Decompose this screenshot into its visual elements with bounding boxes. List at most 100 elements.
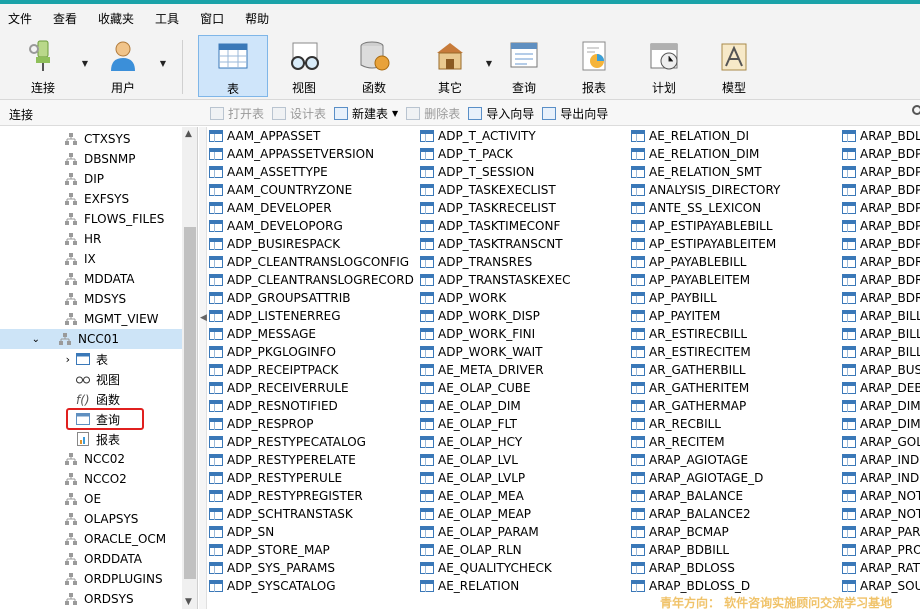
tree-item-schema[interactable]: ORACLE_OCM (0, 529, 182, 549)
tree-item-child[interactable]: 报表 (0, 429, 182, 449)
collapse-left-icon[interactable]: ◀ (200, 313, 207, 323)
table-list-item[interactable]: ARAP_BDP (842, 163, 920, 181)
table-list-item[interactable]: ADP_T_ACTIVITY (420, 127, 571, 145)
table-list-item[interactable]: ADP_RECEIPTPACK (209, 361, 414, 379)
table-list-item[interactable]: ADP_SCHTRANSTASK (209, 505, 414, 523)
table-list-item[interactable]: ARAP_BDLOSS (631, 559, 780, 577)
scroll-up-icon[interactable]: ▲ (185, 129, 192, 139)
table-list-item[interactable]: ARAP_RAT (842, 559, 920, 577)
menu-item[interactable]: 帮助 (237, 10, 282, 27)
table-list-item[interactable]: AE_OLAP_LVLP (420, 469, 571, 487)
chevron-right-icon[interactable]: › (0, 353, 76, 366)
user-button[interactable]: 用户 ▼ (96, 35, 166, 97)
table-list-item[interactable]: ADP_SN (209, 523, 414, 541)
table-list-item[interactable]: ARAP_BDP (842, 145, 920, 163)
other-button[interactable]: 其它 ▼ (424, 35, 492, 97)
table-list-item[interactable]: AR_ESTIRECITEM (631, 343, 780, 361)
table-button[interactable]: 表 (198, 35, 268, 97)
export-wizard-button[interactable]: 导出向导 (542, 105, 608, 122)
table-list-item[interactable]: AE_RELATION (420, 577, 571, 595)
tree-item-schema[interactable]: OE (0, 489, 182, 509)
tree-item-schema[interactable]: IX (0, 249, 182, 269)
table-list-item[interactable]: ADP_TRANSRES (420, 253, 571, 271)
tree-item-schema[interactable]: FLOWS_FILES (0, 209, 182, 229)
table-list-item[interactable]: ADP_T_SESSION (420, 163, 571, 181)
table-list-item[interactable]: ARAP_NOT (842, 487, 920, 505)
table-list-item[interactable]: ARAP_BILL (842, 343, 920, 361)
chevron-down-icon[interactable]: ▼ (160, 59, 166, 68)
tree-item-child[interactable]: › 表 (0, 349, 182, 369)
table-list-item[interactable]: AP_PAYABLEBILL (631, 253, 780, 271)
table-list-item[interactable]: AR_GATHERITEM (631, 379, 780, 397)
table-list-item[interactable]: ARAP_BALANCE (631, 487, 780, 505)
tree-item-schema[interactable]: MGMT_VIEW (0, 309, 182, 329)
delete-table-button[interactable]: 删除表 (406, 105, 460, 122)
function-button[interactable]: 函数 (348, 35, 400, 97)
tree-item-schema[interactable]: HR (0, 229, 182, 249)
tree-item-schema[interactable]: OLAPSYS (0, 509, 182, 529)
table-list-item[interactable]: ARAP_BDR (842, 271, 920, 289)
table-list-item[interactable]: ARAP_BILL (842, 307, 920, 325)
table-list-item[interactable]: AR_GATHERMAP (631, 397, 780, 415)
tree-item-schema[interactable]: DBSNMP (0, 149, 182, 169)
table-list-item[interactable]: ADP_GROUPSATTRIB (209, 289, 414, 307)
table-list-item[interactable]: AE_META_DRIVER (420, 361, 571, 379)
chevron-down-icon[interactable]: ▼ (486, 59, 492, 68)
table-list-item[interactable]: ADP_RESTYPECATALOG (209, 433, 414, 451)
table-list-item[interactable]: ARAP_DIM (842, 397, 920, 415)
table-list-item[interactable]: AR_ESTIRECBILL (631, 325, 780, 343)
tree-scrollbar[interactable]: ▲ ▼ (182, 127, 197, 609)
menu-item[interactable]: 查看 (45, 10, 90, 27)
table-list-item[interactable]: ADP_T_PACK (420, 145, 571, 163)
table-list-item[interactable]: AP_PAYABLEITEM (631, 271, 780, 289)
query-button[interactable]: 查询 (498, 35, 550, 97)
table-list-item[interactable]: AE_OLAP_MEA (420, 487, 571, 505)
table-list-item[interactable]: ARAP_DEB (842, 379, 920, 397)
table-list-item[interactable]: ARAP_GOL (842, 433, 920, 451)
schedule-button[interactable]: 计划 (638, 35, 690, 97)
table-list-item[interactable]: ADP_BUSIRESPACK (209, 235, 414, 253)
table-list-item[interactable]: ADP_WORK_DISP (420, 307, 571, 325)
table-list-item[interactable]: ADP_RESTYPERULE (209, 469, 414, 487)
table-list-item[interactable]: ARAP_BDBILL (631, 541, 780, 559)
import-wizard-button[interactable]: 导入向导 (468, 105, 534, 122)
table-list-item[interactable]: AAM_DEVELOPORG (209, 217, 414, 235)
pane-splitter[interactable]: ◀ (199, 127, 207, 609)
tree-item-schema[interactable]: NCC02 (0, 449, 182, 469)
table-list-item[interactable]: ADP_TASKRECELIST (420, 199, 571, 217)
table-list-item[interactable]: ADP_RESTYPERELATE (209, 451, 414, 469)
table-list-item[interactable]: ARAP_BDLI (842, 127, 920, 145)
table-list-item[interactable]: ARAP_SOU (842, 577, 920, 595)
table-list-item[interactable]: AAM_DEVELOPER (209, 199, 414, 217)
menu-item[interactable]: 工具 (147, 10, 192, 27)
tree-item-schema[interactable]: ORDPLUGINS (0, 569, 182, 589)
table-list-item[interactable]: ADP_RESTYPREGISTER (209, 487, 414, 505)
tree-item-child[interactable]: f() 函数 (0, 389, 182, 409)
table-list-item[interactable]: ARAP_BALANCE2 (631, 505, 780, 523)
table-list-item[interactable]: ARAP_BDP (842, 217, 920, 235)
table-list-item[interactable]: AE_OLAP_HCY (420, 433, 571, 451)
tree-item-schema[interactable]: ORDDATA (0, 549, 182, 569)
table-list-item[interactable]: ARAP_AGIOTAGE (631, 451, 780, 469)
table-list-item[interactable]: ADP_TASKTIMECONF (420, 217, 571, 235)
search-icon[interactable] (912, 105, 920, 115)
table-list-item[interactable]: ADP_SYSCATALOG (209, 577, 414, 595)
tree-item-schema[interactable]: MDSYS (0, 289, 182, 309)
table-list-item[interactable]: ADP_WORK (420, 289, 571, 307)
table-list-item[interactable]: ADP_TASKTRANSCNT (420, 235, 571, 253)
table-list-item[interactable]: ADP_RESNOTIFIED (209, 397, 414, 415)
table-list-item[interactable]: AAM_APPASSET (209, 127, 414, 145)
table-list-item[interactable]: ARAP_PRO (842, 541, 920, 559)
tree-item-schema[interactable]: DIP (0, 169, 182, 189)
table-list-item[interactable]: ARAP_BDP (842, 235, 920, 253)
table-list-item[interactable]: AR_GATHERBILL (631, 361, 780, 379)
table-list-item[interactable]: AP_ESTIPAYABLEITEM (631, 235, 780, 253)
table-list-item[interactable]: ADP_STORE_MAP (209, 541, 414, 559)
table-list-item[interactable]: AP_ESTIPAYABLEBILL (631, 217, 780, 235)
scrollbar-thumb[interactable] (184, 227, 196, 579)
table-list-item[interactable]: ADP_WORK_WAIT (420, 343, 571, 361)
table-list-item[interactable]: ADP_RECEIVERRULE (209, 379, 414, 397)
chevron-down-icon[interactable]: ⌄ (0, 334, 46, 345)
view-button[interactable]: 视图 (278, 35, 330, 97)
table-list-item[interactable]: AE_RELATION_DI (631, 127, 780, 145)
